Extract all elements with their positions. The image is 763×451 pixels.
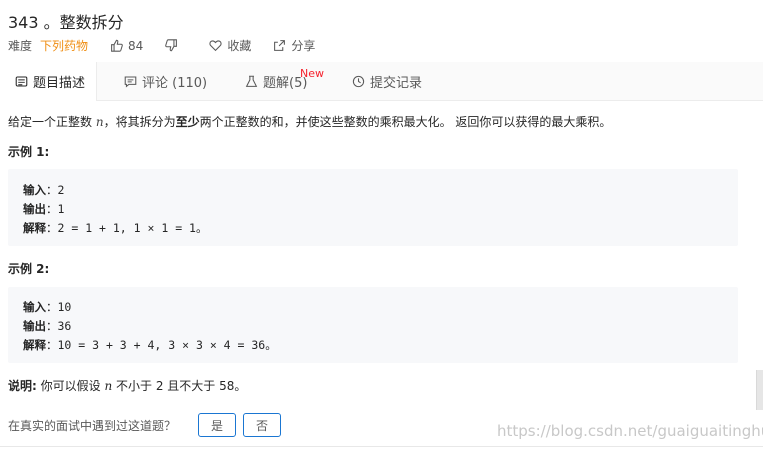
- share-label: 分享: [291, 39, 316, 53]
- tab-solutions[interactable]: 题解(5) New: [245, 62, 324, 100]
- example-explanation: 解释：2 = 1 + 1, 1 × 1 = 1。: [23, 221, 208, 235]
- example-input: 输入：2: [23, 183, 65, 197]
- example-output: 输出：1: [23, 202, 65, 216]
- variable-n: n: [95, 115, 104, 129]
- favorite-button[interactable]: 收藏: [209, 37, 251, 54]
- tab-description[interactable]: 题目描述: [0, 62, 97, 101]
- problem-tabs: 题目描述 评论 (110) 题解(5) New 提交记录: [0, 62, 763, 101]
- document-icon: [15, 76, 28, 87]
- tab-label: 评论 (110): [142, 75, 208, 91]
- no-button[interactable]: 否: [243, 413, 281, 437]
- interview-question: 在真实的面试中遇到过这道题？: [8, 419, 177, 433]
- share-button[interactable]: 分享: [273, 37, 315, 54]
- problem-description: 给定一个正整数 n，将其拆分为至少两个正整数的和，并使这些整数的乘积最大化。 返…: [8, 115, 612, 129]
- difficulty-label: 难度: [8, 39, 33, 53]
- clock-icon: [352, 75, 365, 87]
- problem-header: 343 。整数拆分 难度 下列药物 84 收藏 分享: [0, 0, 763, 62]
- example-2-title: 示例 2:: [8, 262, 50, 276]
- scrollbar[interactable]: [756, 370, 763, 410]
- example-input: 输入：10: [23, 300, 72, 314]
- example-2-block: 输入：10 输出：36 解释：10 = 3 + 3 + 4, 3 × 3 × 4…: [8, 287, 738, 363]
- example-1-title: 示例 1:: [8, 145, 50, 159]
- example-output: 输出：36: [23, 319, 72, 333]
- favorite-label: 收藏: [227, 39, 252, 53]
- new-badge: New: [300, 67, 324, 80]
- problem-title: 343 。整数拆分: [8, 13, 124, 32]
- difficulty-value: 下列药物: [40, 39, 89, 53]
- like-button[interactable]: 84: [110, 39, 143, 53]
- divider: [0, 446, 763, 447]
- example-1-block: 输入：2 输出：1 解释：2 = 1 + 1, 1 × 1 = 1。: [8, 169, 738, 246]
- thumbs-up-icon: [111, 39, 123, 52]
- tab-label: 提交记录: [370, 75, 423, 91]
- comment-icon: [124, 76, 137, 88]
- tab-label: 题目描述: [33, 76, 86, 91]
- tab-comments[interactable]: 评论 (110): [124, 62, 207, 100]
- share-icon: [274, 40, 286, 51]
- yes-button[interactable]: 是: [198, 413, 236, 437]
- dislike-button[interactable]: [165, 39, 183, 52]
- flask-icon: [245, 75, 258, 87]
- heart-icon: [209, 40, 222, 52]
- problem-note: 说明: 你可以假设 n 不小于 2 且不大于 58。: [8, 379, 247, 393]
- problem-meta: 难度 下列药物 84 收藏 分享: [8, 37, 315, 54]
- example-explanation: 解释：10 = 3 + 3 + 4, 3 × 3 × 4 = 36。: [23, 338, 277, 352]
- tab-submissions[interactable]: 提交记录: [352, 62, 422, 100]
- thumbs-down-icon: [165, 39, 178, 52]
- watermark: https://blog.csdn.net/guaiguaitinghua: [497, 422, 763, 440]
- like-count: 84: [128, 38, 144, 53]
